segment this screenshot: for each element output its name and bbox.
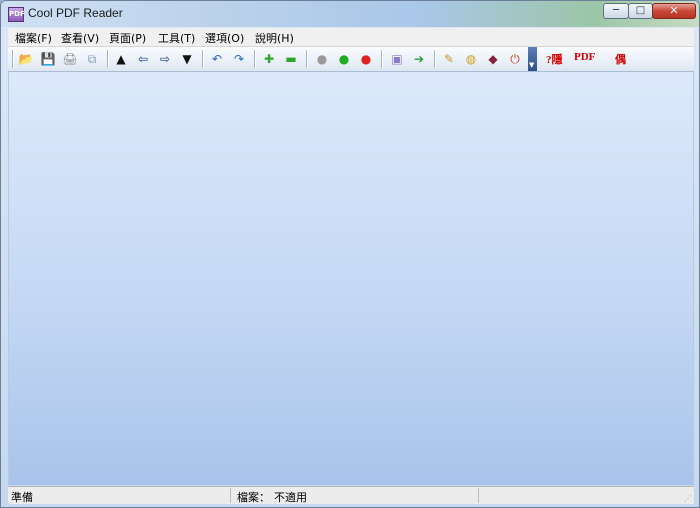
export-arrow-icon[interactable]: ➔ bbox=[410, 50, 428, 68]
open-folder-icon[interactable]: 📂 bbox=[17, 50, 35, 68]
save-icon[interactable]: 💾 bbox=[39, 50, 57, 68]
toolbar-separator bbox=[381, 50, 382, 68]
menu-view[interactable]: 查看(V) bbox=[61, 30, 99, 46]
green-dot-icon[interactable]: ● bbox=[335, 50, 353, 68]
zoom-out-icon[interactable]: ▬ bbox=[282, 50, 300, 68]
toolbar-separator bbox=[434, 50, 435, 68]
status-text: 準備 bbox=[11, 491, 33, 504]
close-button[interactable]: ✕ bbox=[652, 3, 696, 19]
zoom-in-icon[interactable]: ✚ bbox=[260, 50, 278, 68]
toolbar-separator bbox=[12, 50, 13, 68]
toolbar-separator bbox=[254, 50, 255, 68]
minimize-button[interactable]: ─ bbox=[603, 3, 629, 19]
resize-grip[interactable]: ⋰ bbox=[684, 494, 692, 503]
forward-icon[interactable]: ⇨ bbox=[156, 50, 174, 68]
toolbar-red-label[interactable]: 偶 bbox=[615, 51, 626, 67]
print-icon[interactable]: 🖨 bbox=[61, 50, 79, 68]
status-divider bbox=[478, 488, 479, 503]
toolbar-red-label[interactable]: PDF bbox=[574, 51, 595, 63]
menu-help[interactable]: 說明(H) bbox=[255, 30, 294, 46]
copy-icon[interactable]: ⧉ bbox=[83, 50, 101, 68]
globe-icon[interactable]: ◍ bbox=[462, 50, 480, 68]
app-icon[interactable]: PDF bbox=[8, 7, 25, 22]
status-file-value: 不適用 bbox=[274, 491, 307, 504]
app-window: PDF Cool PDF Reader ─ □ ✕ 檔案(F) 查看(V) 頁面… bbox=[0, 0, 700, 508]
maximize-icon: □ bbox=[635, 5, 646, 16]
status-bar: 準備 檔案： 不適用 ⋰ bbox=[8, 486, 694, 504]
gray-dot-icon[interactable]: ● bbox=[313, 50, 331, 68]
toolbar-separator bbox=[107, 50, 108, 68]
window-title: Cool PDF Reader bbox=[28, 6, 123, 20]
menu-bar: 檔案(F) 查看(V) 頁面(P) 工具(T) 選項(O) 說明(H) bbox=[8, 28, 694, 47]
first-page-icon[interactable]: ▲ bbox=[112, 50, 130, 68]
back-icon[interactable]: ⇦ bbox=[134, 50, 152, 68]
menu-page[interactable]: 頁面(P) bbox=[109, 30, 146, 46]
book-icon[interactable]: ◆ bbox=[484, 50, 502, 68]
toolbar: 📂 💾 🖨 ⧉ ▲ ⇦ ⇨ ▼ ↶ ↷ ✚ ▬ ● ● ● ▣ ➔ ✎ ◍ ◆ … bbox=[8, 47, 694, 72]
toolbar-red-label[interactable]: ?隱 bbox=[546, 51, 563, 67]
redo-icon[interactable]: ↷ bbox=[230, 50, 248, 68]
red-dot-icon[interactable]: ● bbox=[357, 50, 375, 68]
power-icon[interactable]: ⏻ bbox=[506, 50, 524, 68]
last-page-icon[interactable]: ▼ bbox=[178, 50, 196, 68]
menu-file[interactable]: 檔案(F) bbox=[15, 30, 52, 46]
toolbar-separator bbox=[202, 50, 203, 68]
status-file-label: 檔案： bbox=[237, 491, 270, 504]
undo-icon[interactable]: ↶ bbox=[208, 50, 226, 68]
toolbar-separator bbox=[306, 50, 307, 68]
minimize-icon: ─ bbox=[612, 5, 620, 16]
image-icon[interactable]: ▣ bbox=[388, 50, 406, 68]
document-area[interactable] bbox=[8, 72, 694, 485]
chevron-down-icon: ▼ bbox=[529, 61, 535, 69]
menu-options[interactable]: 選項(O) bbox=[205, 30, 244, 46]
tools-icon[interactable]: ✎ bbox=[440, 50, 458, 68]
menu-tools[interactable]: 工具(T) bbox=[158, 30, 195, 46]
close-icon: ✕ bbox=[669, 4, 679, 17]
status-divider bbox=[230, 488, 231, 503]
title-bar[interactable]: PDF Cool PDF Reader ─ □ ✕ bbox=[1, 1, 699, 27]
toolbar-overflow-button[interactable]: ▼ bbox=[528, 47, 537, 71]
maximize-button[interactable]: □ bbox=[628, 3, 653, 19]
